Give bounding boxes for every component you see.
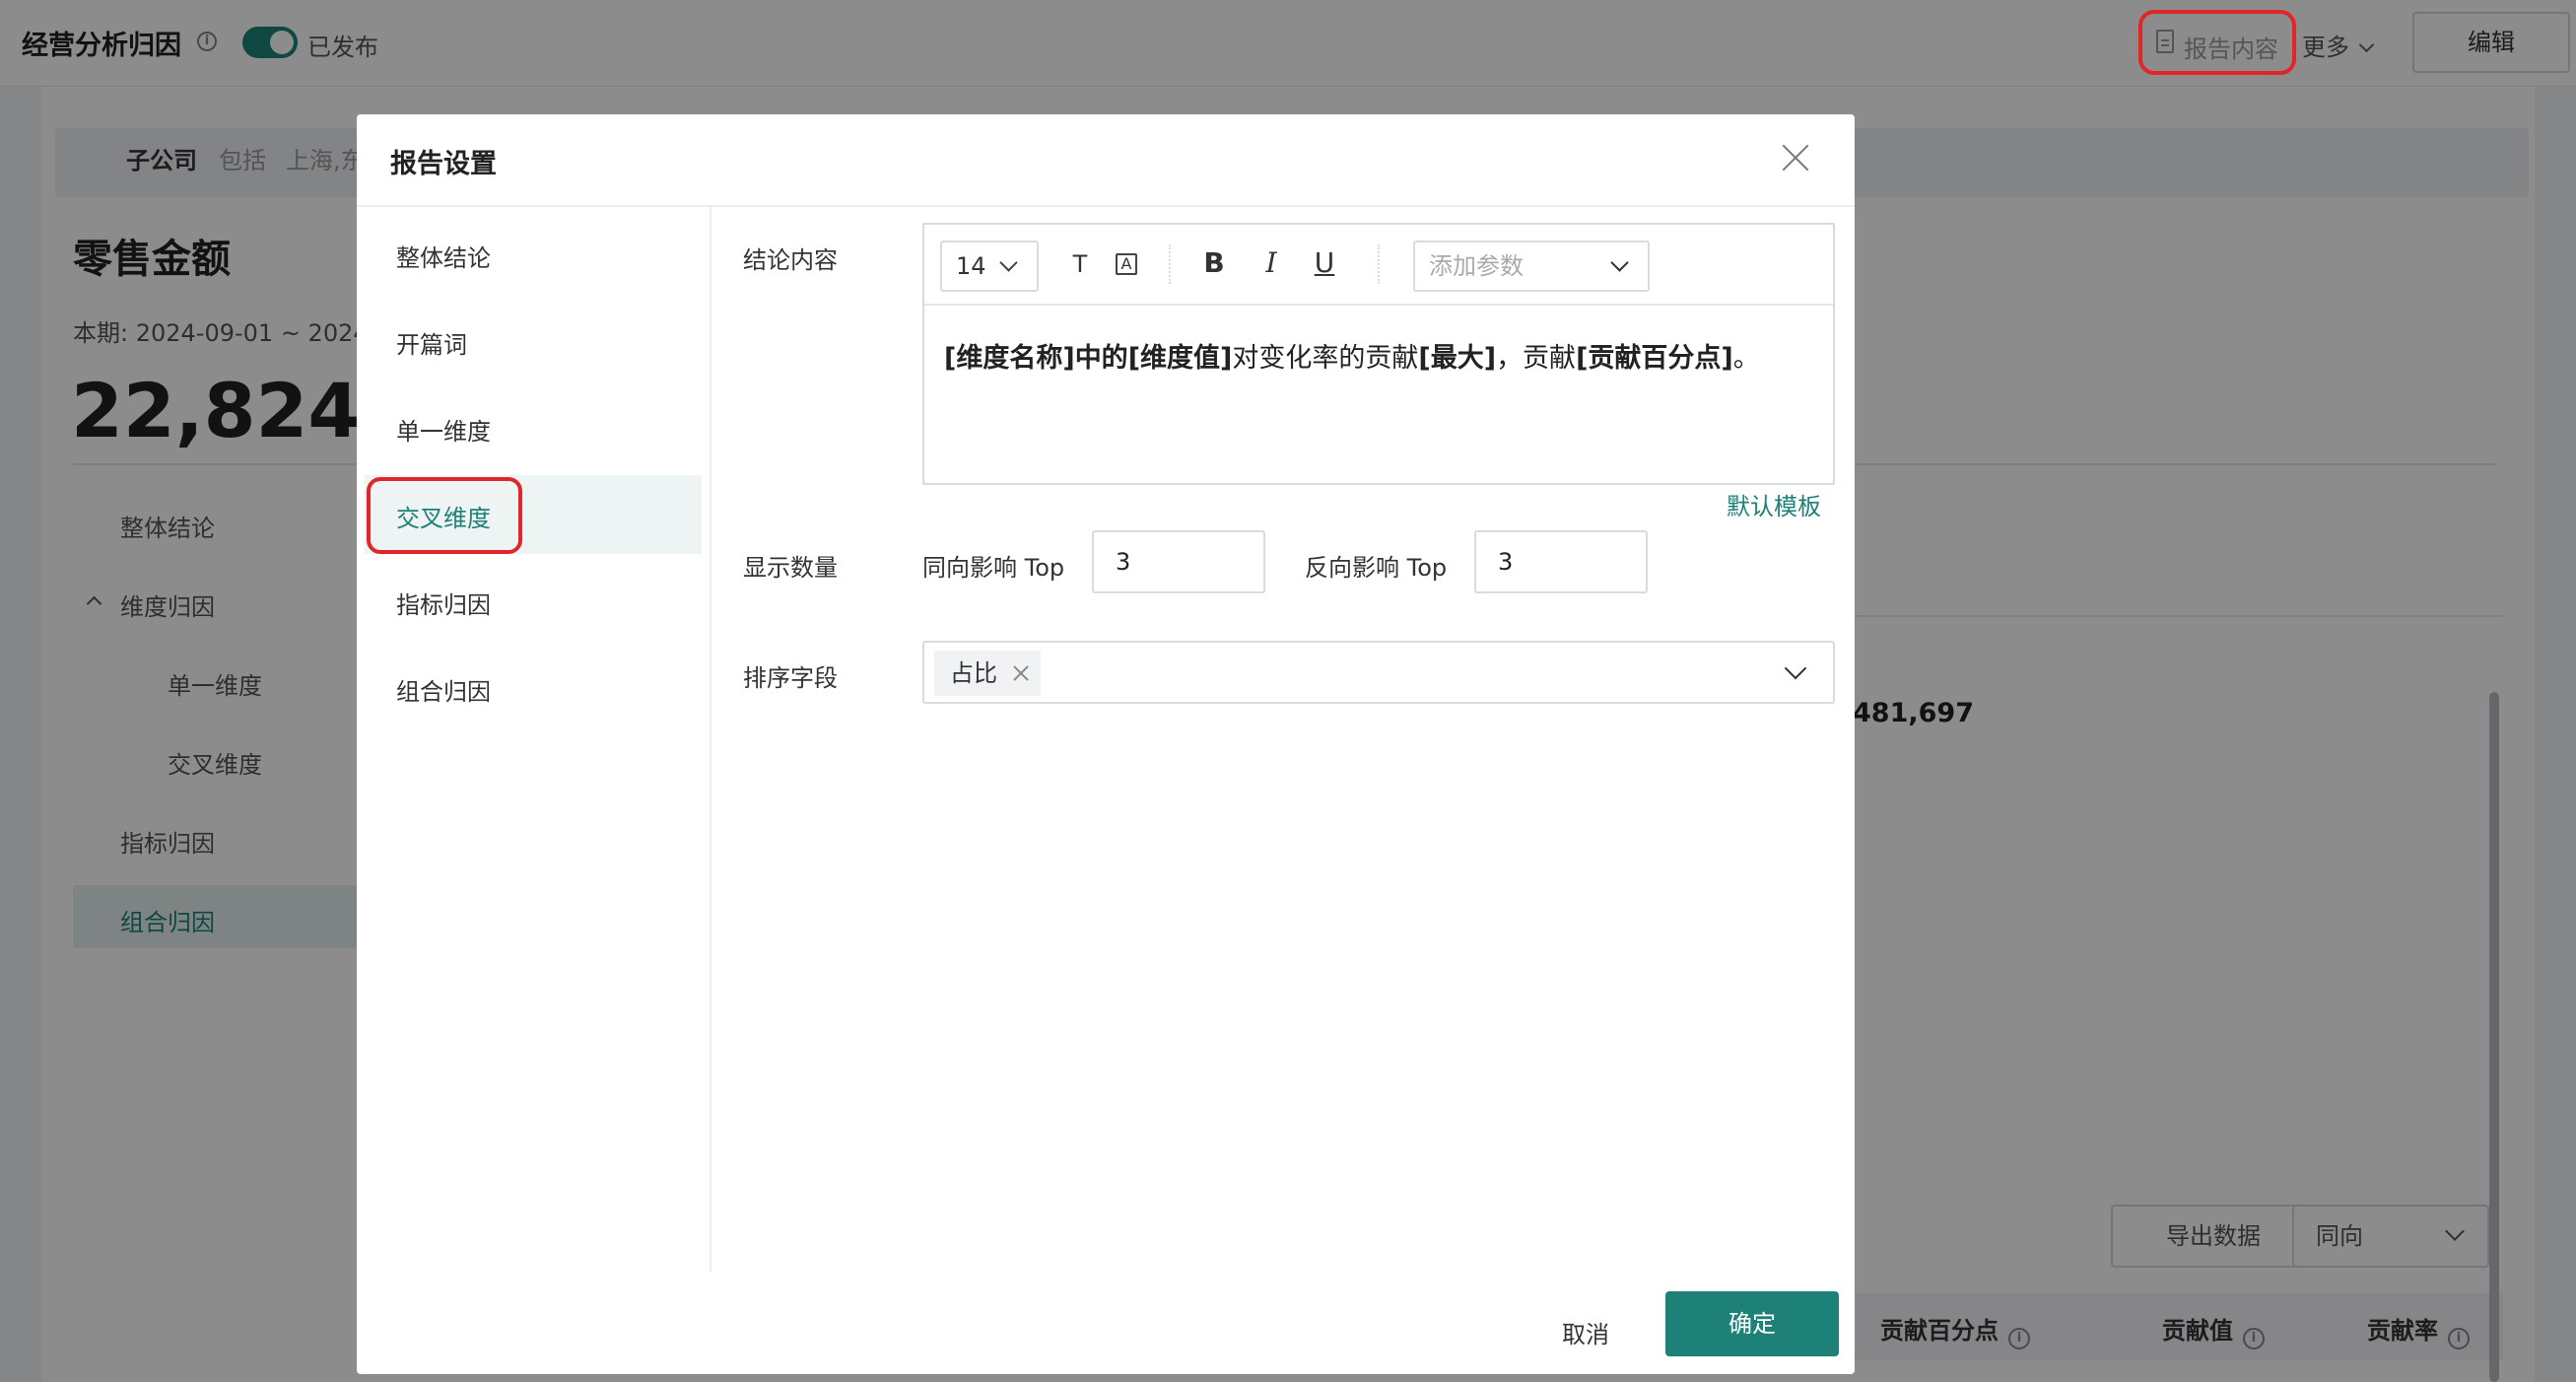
negative-top-label: 反向影响 Top — [1305, 554, 1448, 582]
editor-text: 对变化率的贡献 — [1232, 343, 1419, 374]
sort-tag: 占比 — [934, 651, 1041, 696]
dialog-title: 报告设置 — [390, 149, 497, 179]
text-format-button[interactable]: T — [1062, 250, 1098, 278]
param-token: [维度名称] — [944, 343, 1075, 374]
display-count-label: 显示数量 — [743, 554, 838, 582]
param-token: [维度值] — [1127, 343, 1233, 374]
settings-tab-cross-dimension[interactable]: 交叉维度 — [396, 499, 491, 533]
toolbar-separator — [1378, 244, 1380, 284]
sort-tag-label: 占比 — [950, 659, 997, 687]
cancel-button[interactable]: 取消 — [1531, 1305, 1640, 1364]
sort-field-select[interactable]: 占比 — [922, 641, 1835, 704]
conclusion-label: 结论内容 — [743, 246, 838, 274]
positive-top-label: 同向影响 Top — [922, 554, 1065, 582]
editor-toolbar: 14 T A B I U 添加参数 — [924, 225, 1833, 306]
default-template-link[interactable]: 默认模板 — [1727, 487, 1821, 521]
report-content-button[interactable]: 报告内容 — [2138, 10, 2296, 75]
font-size-select[interactable]: 14 — [940, 241, 1039, 292]
divider — [710, 207, 712, 1272]
confirm-button[interactable]: 确定 — [1665, 1291, 1839, 1356]
chevron-down-icon — [999, 253, 1018, 272]
positive-top-input[interactable]: 3 — [1092, 530, 1265, 593]
italic-button[interactable]: I — [1254, 246, 1289, 279]
font-size-value: 14 — [956, 252, 986, 280]
editor-content[interactable]: [维度名称]中的[维度值]对变化率的贡献[最大]，贡献[贡献百分点]。 — [944, 339, 1811, 379]
rich-text-editor: 14 T A B I U 添加参数 [维度名称]中的[维度值]对变化率的贡献[最… — [922, 223, 1835, 485]
document-icon — [2156, 30, 2174, 53]
add-param-select[interactable]: 添加参数 — [1413, 241, 1650, 292]
close-icon[interactable] — [1013, 665, 1029, 681]
settings-tab-overall[interactable]: 整体结论 — [396, 239, 491, 273]
settings-tab-single-dimension[interactable]: 单一维度 — [396, 412, 491, 447]
param-token: [最大] — [1418, 343, 1497, 374]
negative-top-input[interactable]: 3 — [1474, 530, 1648, 593]
toolbar-separator — [1169, 244, 1171, 284]
param-token: [贡献百分点] — [1576, 343, 1733, 374]
editor-text: 中的 — [1074, 343, 1128, 374]
chevron-down-icon — [1784, 656, 1807, 680]
report-settings-dialog: 报告设置 整体结论 开篇词 单一维度 交叉维度 指标归因 组合归因 结论内容 1… — [357, 114, 1855, 1374]
editor-text: 。 — [1732, 343, 1760, 374]
add-param-placeholder: 添加参数 — [1429, 252, 1524, 280]
settings-tab-opening[interactable]: 开篇词 — [396, 325, 467, 360]
close-icon[interactable] — [1780, 142, 1811, 173]
chevron-down-icon — [1610, 253, 1629, 272]
text-box-button[interactable]: A — [1116, 253, 1137, 275]
settings-tab-metric[interactable]: 指标归因 — [396, 586, 491, 620]
settings-tab-combination[interactable]: 组合归因 — [396, 672, 491, 707]
sort-field-label: 排序字段 — [743, 664, 838, 692]
editor-text: ，贡献 — [1496, 343, 1577, 374]
divider — [357, 205, 1855, 207]
report-content-label: 报告内容 — [2184, 35, 2278, 63]
bold-button[interactable]: B — [1196, 246, 1232, 279]
underline-button[interactable]: U — [1307, 246, 1342, 279]
